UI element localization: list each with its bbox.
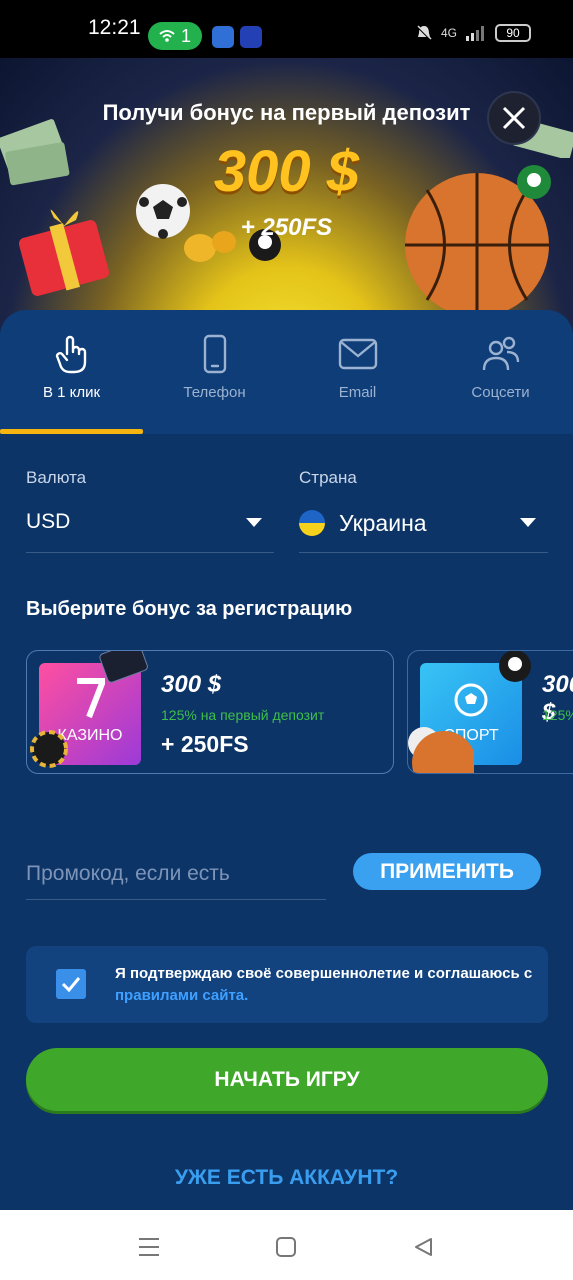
banner-amount: 300 $ bbox=[213, 139, 360, 204]
tab-label: В 1 клик bbox=[42, 384, 101, 401]
tab-social[interactable]: Соцсети bbox=[429, 310, 572, 434]
bonus-description: 125% на первый депозит bbox=[542, 707, 573, 723]
tap-icon bbox=[55, 335, 86, 374]
tab-email[interactable]: Email bbox=[286, 310, 429, 434]
consent-statement: Я подтверждаю своё совершеннолетие и сог… bbox=[115, 965, 533, 982]
currency-value: USD bbox=[26, 510, 71, 533]
billiard-ball-icon bbox=[499, 651, 531, 682]
checkmark-icon bbox=[61, 977, 81, 993]
promo-code-input[interactable] bbox=[26, 848, 326, 900]
consent-checkbox[interactable] bbox=[56, 969, 86, 999]
signal-icon bbox=[466, 26, 484, 41]
divider bbox=[26, 552, 274, 553]
country-value: Украина bbox=[339, 510, 427, 536]
banner-free-spins: + 250FS bbox=[240, 214, 333, 241]
apply-promo-button[interactable]: ПРИМЕНИТЬ bbox=[353, 853, 541, 890]
existing-account-link[interactable]: УЖЕ ЕСТЬ АККАУНТ? bbox=[0, 1166, 573, 1190]
site-rules-link[interactable]: правилами сайта. bbox=[115, 987, 248, 1004]
status-right: 4G 90 bbox=[415, 24, 531, 42]
tab-label: Email bbox=[338, 384, 377, 401]
battery-level: 90 bbox=[506, 26, 520, 40]
menu-nav-button[interactable] bbox=[134, 1232, 164, 1262]
bonus-description: 125% на первый депозит bbox=[161, 707, 325, 723]
currency-select[interactable]: USD bbox=[26, 502, 274, 552]
close-button[interactable] bbox=[487, 91, 541, 145]
divider bbox=[299, 552, 548, 553]
back-triangle-icon bbox=[415, 1238, 432, 1256]
soccer-ball-icon bbox=[454, 683, 488, 717]
consent-text: Я подтверждаю своё совершеннолетие и сог… bbox=[115, 963, 535, 1007]
bonus-card-casino[interactable]: КАЗИНО 300 $ 125% на первый депозит + 25… bbox=[26, 650, 394, 774]
casino-chip-icon bbox=[30, 730, 68, 768]
bonus-section-title: Выберите бонус за регистрацию bbox=[26, 598, 353, 620]
ukraine-flag-icon bbox=[299, 510, 325, 536]
people-icon bbox=[482, 336, 519, 371]
country-select[interactable]: Украина bbox=[299, 502, 548, 552]
system-navigation-bar bbox=[0, 1210, 573, 1280]
back-nav-button[interactable] bbox=[408, 1232, 438, 1262]
chevron-down-icon bbox=[520, 518, 536, 527]
tab-label: Соцсети bbox=[471, 384, 530, 401]
currency-label: Валюта bbox=[26, 468, 87, 487]
tab-phone[interactable]: Телефон bbox=[143, 310, 286, 434]
basketball-icon bbox=[408, 727, 474, 773]
app-notification-icon bbox=[212, 26, 234, 48]
battery-icon: 90 bbox=[495, 24, 531, 42]
registration-tabs: В 1 клик Телефон Email Соцсети bbox=[0, 310, 573, 434]
chevron-down-icon bbox=[246, 518, 262, 527]
wifi-icon bbox=[159, 30, 175, 42]
home-nav-button[interactable] bbox=[271, 1232, 301, 1262]
country-label: Страна bbox=[299, 468, 357, 487]
hotspot-indicator: 1 bbox=[148, 22, 202, 50]
menu-icon bbox=[139, 1238, 159, 1256]
tab-label: Телефон bbox=[183, 384, 246, 401]
status-bar: 12:21 1 4G 90 bbox=[0, 0, 573, 58]
bonus-amount: 300 $ bbox=[161, 671, 222, 698]
app-notification-icon bbox=[240, 26, 262, 48]
bonus-extra: + 250FS bbox=[161, 731, 249, 757]
mute-bell-icon bbox=[416, 25, 432, 41]
home-square-icon bbox=[276, 1237, 296, 1257]
close-icon bbox=[502, 106, 526, 130]
network-type: 4G bbox=[440, 26, 457, 40]
tab-one-click[interactable]: В 1 клик bbox=[0, 310, 143, 434]
phone-icon bbox=[203, 334, 226, 374]
active-tab-indicator bbox=[0, 429, 143, 434]
mail-icon bbox=[338, 338, 377, 370]
clock: 12:21 bbox=[88, 16, 141, 39]
bonus-card-sport[interactable]: СПОРТ 300 $ 125% на первый депозит bbox=[407, 650, 573, 774]
playing-card-icon bbox=[99, 651, 148, 683]
hotspot-count: 1 bbox=[180, 25, 191, 46]
start-game-button[interactable]: НАЧАТЬ ИГРУ bbox=[26, 1048, 548, 1111]
registration-panel: В 1 клик Телефон Email Соцсети Валюта US… bbox=[0, 310, 573, 1210]
promo-banner: Получи бонус на первый депозит 300 $ + 2… bbox=[0, 58, 573, 328]
consent-box: Я подтверждаю своё совершеннолетие и сог… bbox=[26, 946, 548, 1023]
